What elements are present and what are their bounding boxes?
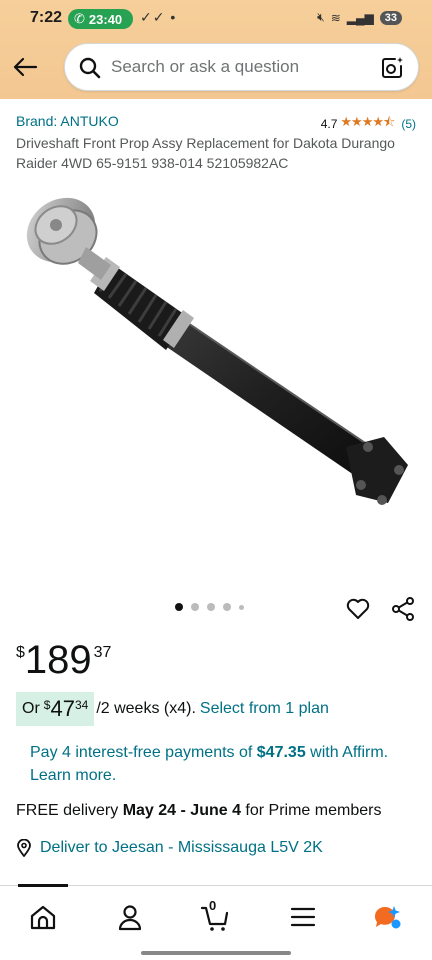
price-currency: $	[16, 644, 25, 661]
active-tab-indicator	[18, 884, 68, 887]
status-time: 7:22	[30, 9, 63, 26]
home-icon[interactable]	[28, 902, 58, 932]
affirm-text: Pay 4 interest-free payments of	[30, 744, 257, 761]
star-rating-icon: ★★★★⯪	[340, 114, 395, 129]
plan-price-box: Or $ 47 34	[16, 692, 95, 726]
price: $ 189 37	[16, 638, 111, 682]
cart-count: 0	[209, 898, 217, 913]
rating-value: 4.7	[320, 117, 338, 131]
share-icon[interactable]	[390, 596, 416, 622]
pager-dot[interactable]	[239, 604, 244, 610]
rating-summary[interactable]: 4.7 ★★★★⯪ (5)	[321, 113, 416, 135]
plan-terms: /2 weeks (x4).	[96, 700, 196, 717]
delivery-prefix: FREE delivery	[16, 802, 123, 819]
delivery-dates: May 24 - June 4	[122, 802, 241, 819]
product-image[interactable]	[16, 185, 416, 565]
price-whole: 189	[24, 638, 92, 682]
installment-plan: Or $ 47 34 /2 weeks (x4). Select from 1 …	[16, 692, 329, 726]
account-icon[interactable]	[115, 902, 145, 932]
bottom-nav: 0	[0, 884, 432, 960]
plan-prefix: Or	[22, 700, 40, 717]
location-pin-icon	[17, 839, 31, 857]
call-indicator[interactable]: ✆ 23:40	[68, 9, 133, 29]
menu-icon[interactable]	[288, 902, 318, 932]
battery-indicator: 33	[379, 10, 402, 25]
plan-fraction: 34	[74, 698, 89, 712]
call-duration: 23:40	[88, 11, 123, 27]
heart-icon[interactable]	[345, 596, 371, 622]
gesture-bar	[141, 951, 291, 955]
plan-whole: 47	[50, 696, 75, 721]
delivery-suffix: for Prime members	[240, 802, 382, 819]
signal-icon: ▂▄▆	[346, 10, 374, 25]
pager-dot[interactable]	[175, 603, 183, 611]
delivery-info: FREE delivery May 24 - June 4 for Prime …	[16, 802, 381, 820]
deliver-to-link[interactable]: Deliver to Jeesan - Mississauga L5V 2K	[16, 839, 323, 857]
brand-link[interactable]: Brand: ANTUKO	[16, 113, 119, 129]
mute-icon: 🔇︎	[317, 10, 325, 24]
header: 7:22 ✆ 23:40 ✓✓ • 🔇︎ ≋ ▂▄▆ 33 Search or …	[0, 0, 432, 99]
product-title: Driveshaft Front Prop Assy Replacement f…	[16, 135, 395, 171]
back-arrow-icon[interactable]	[12, 54, 38, 80]
pager-dot[interactable]	[191, 603, 199, 611]
camera-lens-icon[interactable]	[380, 56, 404, 80]
phone-icon: ✆	[74, 11, 85, 26]
status-right: 🔇︎ ≋ ▂▄▆ 33	[317, 10, 402, 25]
search-input[interactable]: Search or ask a question	[111, 57, 299, 77]
affirm-amount: $47.35	[256, 744, 306, 761]
pager-dot[interactable]	[223, 603, 231, 611]
deliver-to-label[interactable]: Deliver to Jeesan - Mississauga L5V 2K	[40, 839, 323, 857]
search-bar[interactable]: Search or ask a question	[64, 43, 419, 91]
affirm-offer[interactable]: Pay 4 interest-free payments of $47.35 w…	[30, 741, 400, 787]
pager-dot[interactable]	[207, 603, 215, 611]
image-pager[interactable]	[175, 603, 244, 611]
select-plan-link[interactable]: Select from 1 plan	[200, 700, 329, 718]
plan-currency: $	[43, 698, 51, 712]
wifi-icon: ≋	[330, 10, 341, 25]
review-count[interactable]: (5)	[401, 117, 416, 131]
status-bar: 7:22 ✆ 23:40 ✓✓ • 🔇︎ ≋ ▂▄▆ 33	[0, 0, 432, 38]
cart-button[interactable]: 0	[200, 898, 230, 932]
search-icon	[79, 57, 101, 79]
notification-icons: ✓✓ •	[140, 9, 177, 25]
rufus-assistant-icon[interactable]	[372, 902, 402, 932]
price-fraction: 37	[93, 644, 112, 661]
